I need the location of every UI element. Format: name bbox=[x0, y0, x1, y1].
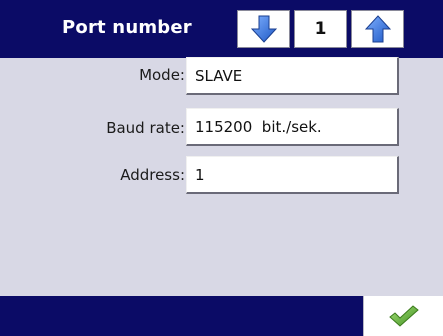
address-value: 1 bbox=[195, 165, 205, 184]
mode-field[interactable]: SLAVE bbox=[186, 57, 399, 95]
decrement-port-button[interactable] bbox=[237, 10, 290, 48]
increment-port-button[interactable] bbox=[351, 10, 404, 48]
arrow-down-icon bbox=[250, 15, 277, 43]
address-field[interactable]: 1 bbox=[186, 156, 399, 194]
checkmark-icon bbox=[388, 305, 419, 327]
baud-rate-label: Baud rate: bbox=[106, 119, 185, 137]
baud-rate-value: 115200 bit./sek. bbox=[195, 117, 322, 136]
port-settings-screen: Port number 1 Mode: SLAVE Baud rate: 115… bbox=[0, 0, 443, 336]
confirm-button[interactable] bbox=[363, 296, 443, 336]
mode-label: Mode: bbox=[139, 66, 185, 84]
page-title: Port number bbox=[62, 17, 192, 38]
baud-rate-field[interactable]: 115200 bit./sek. bbox=[186, 108, 399, 146]
mode-value: SLAVE bbox=[195, 66, 243, 85]
arrow-up-icon bbox=[364, 15, 391, 43]
header-bar: Port number 1 bbox=[0, 0, 443, 58]
port-number-value: 1 bbox=[294, 10, 347, 48]
address-label: Address: bbox=[120, 166, 185, 184]
